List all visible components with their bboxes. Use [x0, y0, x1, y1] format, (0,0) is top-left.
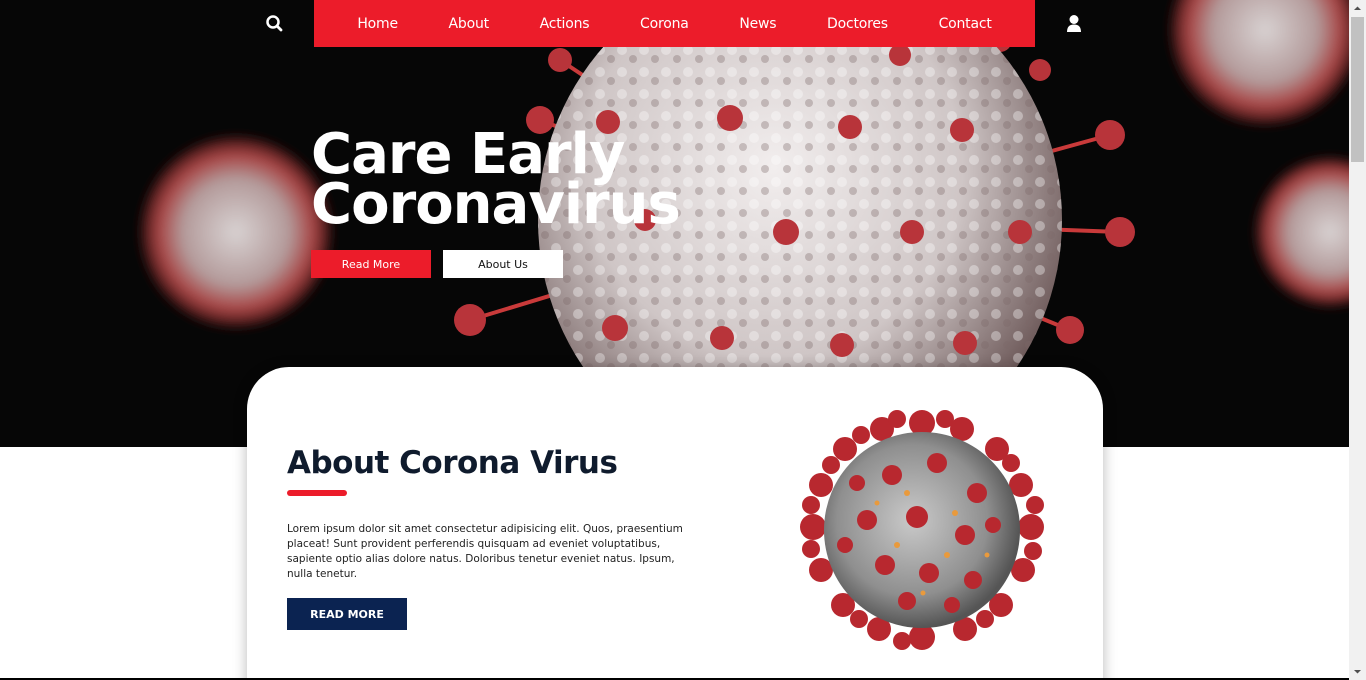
read-more-button[interactable]: Read More — [311, 250, 431, 278]
main-navigation: Home About Actions Corona News Doctores … — [314, 0, 1035, 47]
vertical-scrollbar[interactable] — [1349, 0, 1366, 680]
nav-link-corona[interactable]: Corona — [640, 16, 689, 32]
nav-link-news[interactable]: News — [739, 16, 776, 32]
about-title: About Corona Virus — [287, 445, 618, 481]
scroll-thumb[interactable] — [1351, 17, 1364, 162]
about-text: Lorem ipsum dolor sit amet consectetur a… — [287, 523, 683, 580]
about-read-more-button[interactable]: READ MORE — [287, 598, 407, 630]
scroll-up-arrow-icon[interactable] — [1349, 0, 1366, 17]
nav-link-contact[interactable]: Contact — [939, 16, 992, 32]
about-card: About Corona Virus Lorem ipsum dolor sit… — [247, 367, 1103, 680]
virus-illustration — [800, 410, 1044, 650]
nav-link-doctores[interactable]: Doctores — [827, 16, 888, 32]
nav-link-about[interactable]: About — [449, 16, 490, 32]
scroll-down-arrow-icon[interactable] — [1349, 663, 1366, 680]
nav-link-actions[interactable]: Actions — [540, 16, 590, 32]
title-underline — [287, 490, 347, 496]
hero-title-line2: Coronavirus — [311, 172, 681, 237]
hero-title: Care Early Coronavirus — [311, 127, 681, 237]
search-icon[interactable] — [265, 14, 285, 34]
about-us-button[interactable]: About Us — [443, 250, 563, 278]
nav-link-home[interactable]: Home — [357, 16, 398, 32]
user-icon[interactable] — [1065, 14, 1083, 34]
